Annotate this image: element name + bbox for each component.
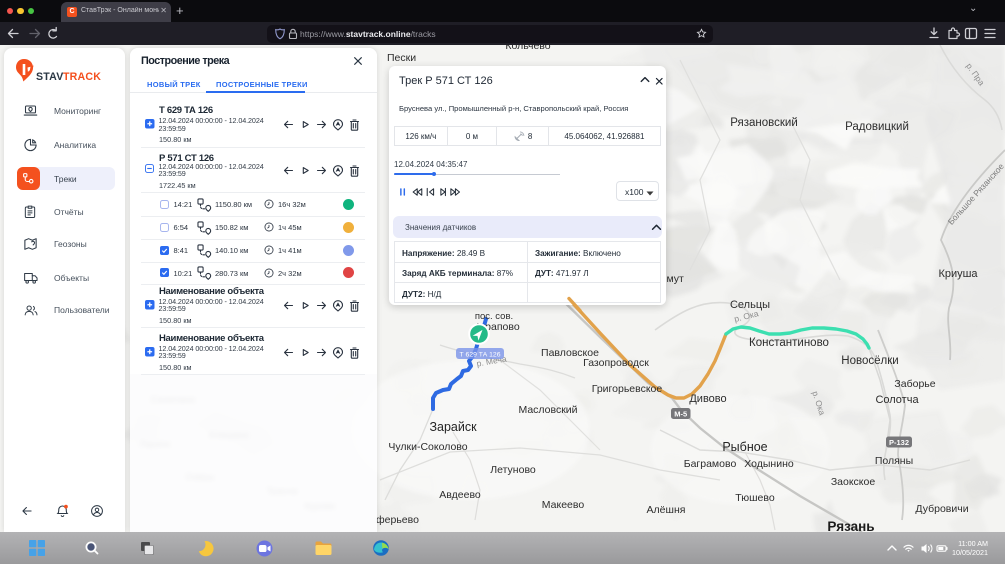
svg-text:Чулки-Соколово: Чулки-Соколово <box>388 441 467 453</box>
svg-text:Авдеево: Авдеево <box>439 489 481 501</box>
svg-text:STAV: STAV <box>36 71 63 83</box>
svg-text:Тюшево: Тюшево <box>735 492 775 504</box>
svg-text:Зарайск: Зарайск <box>429 420 477 434</box>
svg-text:Заокское: Заокское <box>831 476 876 488</box>
svg-text:ферьево: ферьево <box>376 514 419 526</box>
svg-text:Дивово: Дивово <box>689 393 726 405</box>
svg-text:Заборье: Заборье <box>894 378 935 390</box>
svg-text:Р-132: Р-132 <box>889 438 909 447</box>
svg-text:Григорьевское: Григорьевское <box>592 383 663 395</box>
svg-text:Константиново: Константиново <box>749 337 829 349</box>
svg-text:Т 629 ТА 126: Т 629 ТА 126 <box>460 351 501 358</box>
svg-text:Дубровичи: Дубровичи <box>915 503 968 515</box>
svg-text:Алёшня: Алёшня <box>647 504 686 516</box>
svg-text:Макеево: Макеево <box>542 499 585 511</box>
svg-text:Кольчёво: Кольчёво <box>505 45 550 52</box>
svg-text:Масловский: Масловский <box>518 404 577 416</box>
svg-text:Павловское: Павловское <box>541 347 599 359</box>
svg-text:Новосёлки: Новосёлки <box>841 355 898 367</box>
svg-text:Ходынино: Ходынино <box>744 458 794 470</box>
svg-text:Баграмово: Баграмово <box>684 458 737 470</box>
svg-text:Криуша: Криуша <box>938 268 978 280</box>
svg-text:Солотча: Солотча <box>875 394 919 406</box>
svg-text:Радовицкий: Радовицкий <box>845 121 909 133</box>
svg-text:Пески: Пески <box>387 52 416 64</box>
svg-text:Летуново: Летуново <box>490 464 536 476</box>
svg-text:Рязань: Рязань <box>827 519 874 532</box>
svg-text:Рыбное: Рыбное <box>722 440 767 454</box>
svg-text:Поляны: Поляны <box>875 455 913 467</box>
svg-text:М-5: М-5 <box>674 409 687 418</box>
svg-text:Рязановский: Рязановский <box>730 117 798 129</box>
svg-text:TRACK: TRACK <box>63 71 101 83</box>
